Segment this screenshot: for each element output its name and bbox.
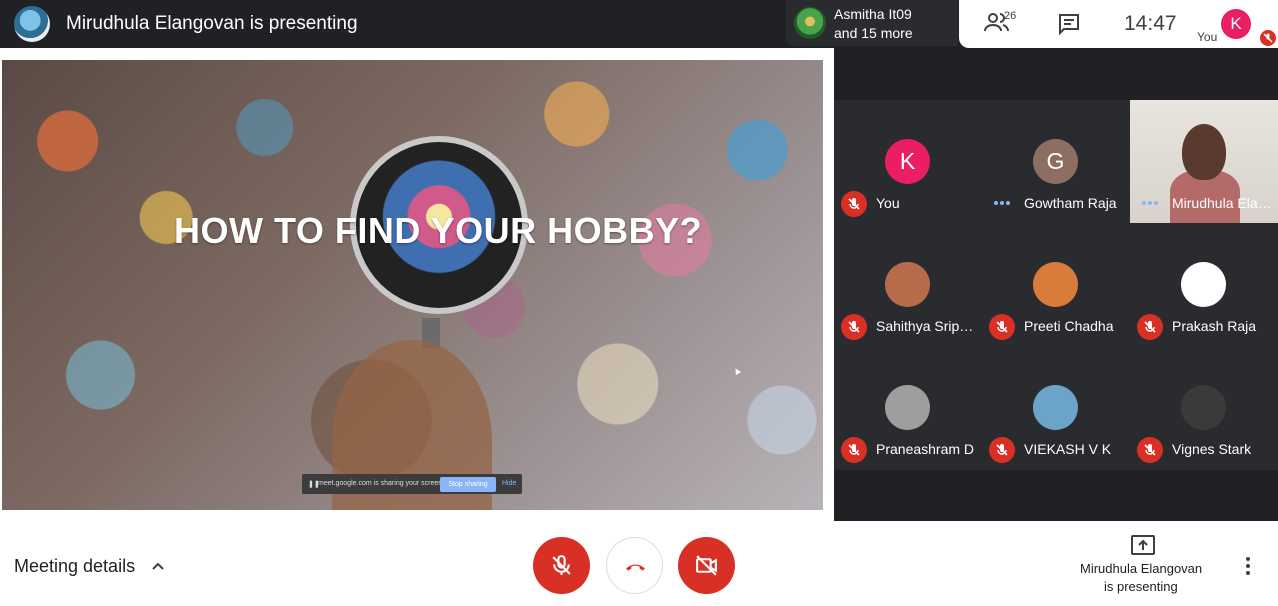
participant-tile[interactable]: Prakash Raja <box>1130 223 1278 346</box>
chevron-up-icon[interactable] <box>151 559 165 573</box>
self-mic-off-icon <box>1260 30 1276 46</box>
participant-tile-video[interactable]: Mirudhula Ela… <box>1130 100 1278 223</box>
speaker-more: and 15 more <box>834 25 913 41</box>
top-right-panel: 26 14:47 K You <box>959 0 1278 48</box>
clock: 14:47 <box>1124 12 1177 35</box>
participant-tile[interactable]: VIEKASH V K <box>982 346 1130 469</box>
speaker-name: Asmitha It09 <box>834 6 912 22</box>
self-label: You <box>1197 30 1218 44</box>
mic-off-icon <box>841 314 867 340</box>
participant-name: Praneashram D <box>876 441 975 457</box>
sharing-message: meet.google.com is sharing your screen. <box>318 480 445 487</box>
participant-tile[interactable]: Sahithya Srip… <box>834 223 982 346</box>
avatar: K <box>885 139 930 184</box>
presenting-status-name: Mirudhula Elangovan <box>1080 561 1203 576</box>
present-screen-icon[interactable] <box>1131 535 1155 555</box>
mic-off-icon <box>989 437 1015 463</box>
meeting-details-button[interactable]: Meeting details <box>14 556 135 577</box>
leave-call-button[interactable] <box>606 537 663 594</box>
avatar <box>1181 262 1226 307</box>
avatar <box>885 262 930 307</box>
mic-off-icon <box>1137 314 1163 340</box>
cursor-icon <box>732 366 742 376</box>
presentation-stage: HOW TO FIND YOUR HOBBY? ❚❚ meet.google.c… <box>0 48 834 521</box>
mic-off-icon <box>841 191 867 217</box>
speaking-indicator-icon <box>994 201 1010 205</box>
participant-tile[interactable]: Preeti Chadha <box>982 223 1130 346</box>
participant-name: Sahithya Srip… <box>876 318 974 334</box>
avatar <box>885 385 930 430</box>
people-count: 26 <box>1004 10 1017 22</box>
participant-name: Preeti Chadha <box>1024 318 1114 334</box>
bottom-control-bar: Meeting details Mirudhula Elangovan is p… <box>0 521 1278 606</box>
mic-off-icon <box>1137 437 1163 463</box>
avatar: G <box>1033 139 1078 184</box>
chat-button[interactable] <box>1057 12 1081 36</box>
speaker-avatar <box>794 7 826 39</box>
presenting-title: Mirudhula Elangovan is presenting <box>66 13 358 34</box>
speaking-indicator-icon <box>1142 201 1158 205</box>
slide-heading: HOW TO FIND YOUR HOBBY? <box>174 210 703 251</box>
active-speakers-indicator[interactable]: Asmitha It09 and 15 more <box>786 0 958 46</box>
presenter-avatar <box>14 6 50 42</box>
avatar <box>1181 385 1226 430</box>
participant-name: Mirudhula Ela… <box>1172 195 1272 211</box>
participant-name: You <box>876 195 900 211</box>
sharing-notification-bar: ❚❚ meet.google.com is sharing your scree… <box>302 474 522 494</box>
camera-off-icon <box>696 555 717 576</box>
avatar <box>1033 262 1078 307</box>
participant-tile[interactable]: Vignes Stark <box>1130 346 1278 469</box>
camera-toggle-button[interactable] <box>678 537 735 594</box>
chat-icon <box>1059 14 1079 36</box>
self-avatar: K <box>1221 9 1251 39</box>
mic-off-icon <box>841 437 867 463</box>
participant-name: Gowtham Raja <box>1024 195 1117 211</box>
participant-tile[interactable]: G Gowtham Raja <box>982 100 1130 223</box>
presenting-status-text: is presenting <box>1104 579 1178 594</box>
more-options-icon[interactable] <box>1240 555 1256 577</box>
participant-name: VIEKASH V K <box>1024 441 1112 457</box>
mic-off-icon <box>552 555 571 575</box>
avatar <box>1033 385 1078 430</box>
mic-off-icon <box>989 314 1015 340</box>
microphone-toggle-button[interactable] <box>533 537 590 594</box>
participant-grid: K You G Gowtham Raja Mirudhula Ela… Sahi… <box>834 100 1278 470</box>
stop-sharing-button[interactable]: Stop sharing <box>440 477 496 492</box>
hang-up-icon <box>626 564 645 571</box>
top-bar: Mirudhula Elangovan is presenting Asmith… <box>0 0 1278 48</box>
shared-screen: HOW TO FIND YOUR HOBBY? ❚❚ meet.google.c… <box>2 60 823 510</box>
participant-tile[interactable]: Praneashram D <box>834 346 982 469</box>
video-face <box>1182 124 1226 180</box>
participant-tile[interactable]: K You <box>834 100 982 223</box>
hide-button[interactable]: Hide <box>502 480 516 487</box>
participant-name: Vignes Stark <box>1172 441 1252 457</box>
participant-name: Prakash Raja <box>1172 318 1257 334</box>
